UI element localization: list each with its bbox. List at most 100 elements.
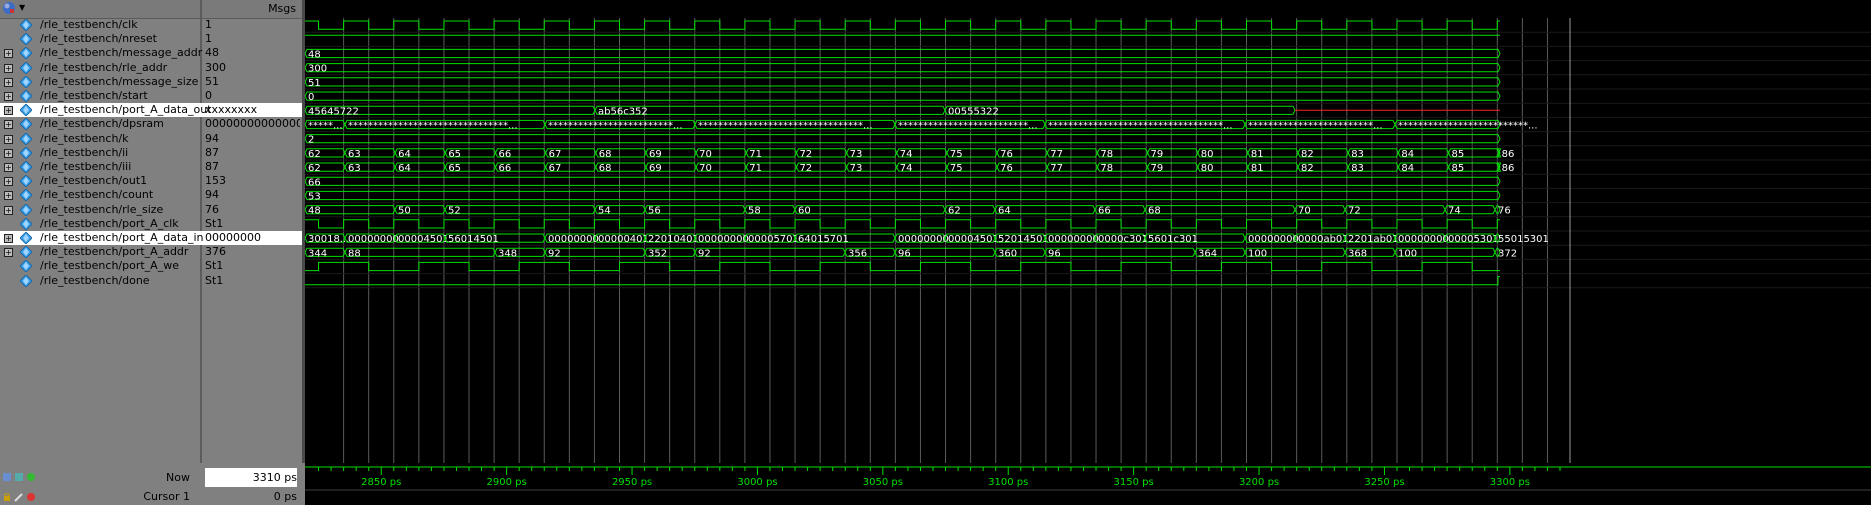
port-a-data-out-wave-label: 00555322 [948, 106, 999, 117]
signal-diamond-icon [20, 104, 32, 117]
ii-wave-label: 71 [749, 149, 762, 160]
ii-wave-label: 79 [1151, 149, 1164, 160]
signal-row[interactable]: + /rle_testbench/port_A_addr 376 [0, 245, 302, 259]
port-a-data-in-wave-label: 30018... [308, 234, 349, 245]
port-a-we-wave [305, 261, 1500, 272]
ii-wave-label: 83 [1351, 149, 1364, 160]
rle-size-wave-label: 62 [948, 206, 961, 217]
rle-size-wave-label: 56 [648, 206, 661, 217]
message-size-wave-label: 51 [308, 78, 321, 89]
rle-size-wave-label: 64 [998, 206, 1011, 217]
expand-toggle-icon[interactable]: + [4, 148, 13, 158]
signal-row[interactable]: /rle_testbench/nreset 1 [0, 32, 302, 46]
expand-toggle-icon[interactable]: + [4, 134, 13, 144]
signal-row[interactable]: /rle_testbench/done St1 [0, 274, 302, 288]
port-a-data-out-wave-label: 45645722 [308, 106, 359, 117]
modelsim-logo-icon[interactable] [2, 1, 16, 15]
rle-addr-wave-segment [305, 63, 1501, 73]
ii-wave-label: 69 [649, 149, 662, 160]
dropdown-caret-icon[interactable]: ▼ [19, 3, 25, 12]
timeline-ruler[interactable]: 2850 ps 2900 ps 2950 ps 3000 ps 3050 ps 3100 … [305, 463, 1871, 505]
expand-toggle-icon[interactable]: + [4, 63, 13, 73]
signal-row[interactable]: + /rle_testbench/iii 87 [0, 160, 302, 174]
signal-row[interactable]: /rle_testbench/port_A_clk St1 [0, 217, 302, 231]
port-a-clk-wave [305, 219, 1500, 229]
ruler-label: 3050 ps [863, 477, 903, 488]
waveform-pane[interactable]: 48 300 51 0 2 66 53 45645722 ab56c352 00555322 ***… [305, 18, 1871, 463]
expand-toggle-icon[interactable]: + [4, 248, 13, 258]
rle-size-wave-label: 76 [1498, 206, 1511, 217]
signal-value: St1 [205, 273, 224, 287]
signal-row[interactable]: + /rle_testbench/out1 153 [0, 174, 302, 188]
expand-toggle-icon[interactable]: + [4, 191, 13, 201]
signal-value: 87 [205, 160, 219, 173]
now-row: Now 3310 ps [0, 468, 302, 487]
expand-toggle-icon[interactable]: + [4, 177, 13, 187]
rle-size-wave-label: 74 [1448, 206, 1461, 217]
signal-value: 94 [205, 188, 219, 202]
signal-name: /rle_testbench/rle_size [40, 202, 164, 216]
signal-value: St1 [205, 216, 224, 230]
iii-wave-label: 72 [799, 163, 812, 174]
ii-wave-label: 65 [448, 149, 461, 160]
signal-value: 300 [205, 60, 226, 74]
signal-diamond-icon [20, 217, 32, 230]
port-a-data-in-wave-label: 00004501 [948, 234, 999, 245]
iii-wave-segment [1497, 162, 1502, 172]
iii-wave-label: 76 [1000, 163, 1013, 174]
expand-toggle-icon[interactable]: + [4, 106, 13, 116]
port-a-addr-wave-label: 344 [308, 248, 327, 259]
ii-wave-label: 74 [900, 149, 913, 160]
signal-value: 0 [205, 89, 212, 102]
signal-name: /rle_testbench/done [40, 273, 150, 287]
signal-row[interactable]: /rle_testbench/port_A_we St1 [0, 259, 302, 273]
rle-size-wave-label: 66 [1098, 206, 1111, 217]
ruler-label: 3300 ps [1490, 477, 1530, 488]
expand-toggle-icon[interactable]: + [4, 234, 13, 243]
signal-value: 48 [205, 46, 219, 60]
signal-row[interactable]: + /rle_testbench/port_A_data_in 00000000 [0, 231, 302, 246]
start-wave-label: 0 [308, 92, 314, 103]
signal-row[interactable]: + /rle_testbench/start 0 [0, 89, 302, 103]
message-addr-wave-label: 48 [308, 50, 321, 61]
signal-value: 76 [205, 202, 219, 216]
signal-diamond-icon [20, 246, 32, 259]
ii-wave-label: 81 [1251, 149, 1264, 160]
iii-wave-label: 81 [1251, 163, 1264, 174]
signal-value: 94 [205, 131, 219, 145]
signal-row[interactable]: + /rle_testbench/port_A_data_out xxxxxxxx [0, 103, 302, 118]
count-wave-label: 53 [308, 192, 321, 203]
out1-wave-label: 66 [308, 177, 321, 188]
signal-row[interactable]: + /rle_testbench/k 94 [0, 132, 302, 146]
signal-diamond-icon [20, 232, 32, 244]
dpsram-wave-label: *********************************... [698, 121, 873, 132]
signal-name: /rle_testbench/ii [40, 145, 129, 159]
rle-size-wave-label: 54 [598, 206, 611, 217]
signal-row[interactable]: + /rle_testbench/message_addr 48 [0, 46, 302, 60]
dpsram-wave-label: *************************... [1248, 121, 1383, 132]
signal-row[interactable]: + /rle_testbench/rle_addr 300 [0, 61, 302, 75]
expand-toggle-icon[interactable]: + [4, 49, 13, 59]
port-a-data-in-wave-label: 55015301 [1498, 234, 1549, 245]
signal-row[interactable]: + /rle_testbench/count 94 [0, 188, 302, 202]
signal-row[interactable]: + /rle_testbench/message_size 51 [0, 75, 302, 89]
expand-toggle-icon[interactable]: + [4, 205, 13, 215]
port-a-data-in-wave-label: 00000401 [598, 234, 649, 245]
port-a-addr-wave-segment [344, 247, 496, 257]
port-a-data-in-wave-label: 56014501 [448, 234, 499, 245]
expand-toggle-icon[interactable]: + [4, 120, 13, 130]
signal-row[interactable]: + /rle_testbench/rle_size 76 [0, 203, 302, 217]
signal-row[interactable]: + /rle_testbench/dpsram 0000000000000000 [0, 117, 302, 131]
signal-diamond-icon [20, 33, 32, 46]
message-addr-wave-segment [305, 48, 1501, 59]
signal-row[interactable]: + /rle_testbench/ii 87 [0, 146, 302, 160]
port-a-data-in-wave-label: 52014501 [998, 234, 1049, 245]
port-a-data-in-wave-label: 2201ab01 [1348, 234, 1399, 245]
expand-toggle-icon[interactable]: + [4, 77, 13, 87]
expand-toggle-icon[interactable]: + [4, 163, 13, 172]
cursor-row[interactable]: Cursor 1 0 ps [0, 488, 302, 505]
expand-toggle-icon[interactable]: + [4, 92, 13, 101]
rle-size-wave-label: 48 [308, 206, 321, 217]
signal-row[interactable]: /rle_testbench/clk 1 [0, 18, 302, 32]
signal-diamond-icon [20, 161, 32, 173]
